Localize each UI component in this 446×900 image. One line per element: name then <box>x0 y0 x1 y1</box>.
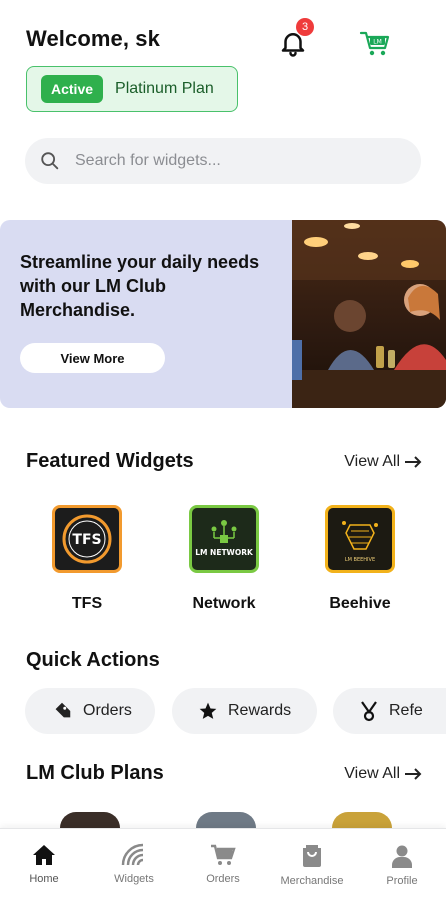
quick-action-label: Refe <box>389 702 423 719</box>
nav-widgets[interactable]: Widgets <box>94 843 174 885</box>
svg-text:TFS: TFS <box>72 532 101 548</box>
featured-widgets-title: Featured Widgets <box>26 450 194 472</box>
banner-photo <box>292 220 446 408</box>
quick-action-label: Orders <box>83 702 132 719</box>
nav-label: Orders <box>206 873 240 885</box>
arrow-right-icon <box>405 456 422 468</box>
quick-action-label: Rewards <box>228 702 292 719</box>
banner-text: Streamline your daily needs with our LM … <box>20 252 260 320</box>
plans-view-all-link[interactable]: View All <box>344 765 422 783</box>
tfs-logo-icon: TFS <box>52 505 122 573</box>
nav-merchandise[interactable]: Merchandise <box>272 843 352 887</box>
widget-label: TFS <box>71 595 103 612</box>
nav-home[interactable]: Home <box>4 843 84 885</box>
nav-label: Merchandise <box>280 875 344 887</box>
widget-label: Network <box>192 595 256 612</box>
widget-beehive[interactable]: LM BEEHIVE Beehive <box>310 505 410 613</box>
featured-view-all-link[interactable]: View All <box>344 453 422 471</box>
notification-count-badge: 3 <box>296 18 314 36</box>
quick-action-rewards[interactable]: Rewards <box>172 688 317 734</box>
beehive-logo-icon: LM BEEHIVE <box>325 505 395 573</box>
nav-label: Widgets <box>114 873 154 885</box>
view-more-button[interactable]: View More <box>20 343 165 373</box>
lm-club-plans-title: LM Club Plans <box>26 762 164 784</box>
nav-label: Home <box>29 873 59 885</box>
user-icon <box>392 845 412 868</box>
search-icon <box>41 152 59 170</box>
svg-text:LM NETWORK: LM NETWORK <box>195 548 254 557</box>
active-badge: Active <box>41 75 104 103</box>
plan-status-pill[interactable]: Active Platinum Plan <box>26 66 238 112</box>
nav-profile[interactable]: Profile <box>362 843 442 887</box>
plan-card-peek[interactable] <box>196 812 256 828</box>
quick-actions-title: Quick Actions <box>26 649 160 671</box>
referral-icon <box>361 701 377 722</box>
quick-action-orders[interactable]: Orders <box>25 688 155 734</box>
plan-card-peek[interactable] <box>60 812 120 828</box>
nav-label: Profile <box>386 875 418 887</box>
search-input[interactable] <box>75 152 375 170</box>
nav-orders[interactable]: Orders <box>183 843 263 885</box>
bottom-navigation: Home Widgets Orders Merchandise Profile <box>0 828 446 900</box>
svg-text:LM BEEHIVE: LM BEEHIVE <box>345 557 375 563</box>
view-all-label: View All <box>344 453 400 470</box>
cart-icon <box>211 844 236 865</box>
home-icon <box>33 845 55 865</box>
svg-text:LM: LM <box>373 39 382 46</box>
arrow-right-icon <box>405 768 422 780</box>
search-bar[interactable] <box>25 138 421 184</box>
promo-banner[interactable]: Streamline your daily needs with our LM … <box>0 220 446 408</box>
cart-icon[interactable]: LM <box>358 28 392 58</box>
plan-name: Platinum Plan <box>115 80 214 97</box>
widget-network[interactable]: LM NETWORK Network <box>174 505 274 613</box>
widget-label: Beehive <box>329 595 391 612</box>
bag-icon <box>303 845 321 867</box>
network-logo-icon: LM NETWORK <box>189 505 259 573</box>
widgets-icon <box>121 843 144 866</box>
star-icon <box>199 702 217 719</box>
widget-tfs[interactable]: TFS TFS <box>37 505 137 613</box>
view-all-label: View All <box>344 765 400 782</box>
tag-icon <box>55 702 71 718</box>
quick-action-referral[interactable]: Refe <box>333 688 446 734</box>
plan-card-peek[interactable] <box>332 812 392 828</box>
